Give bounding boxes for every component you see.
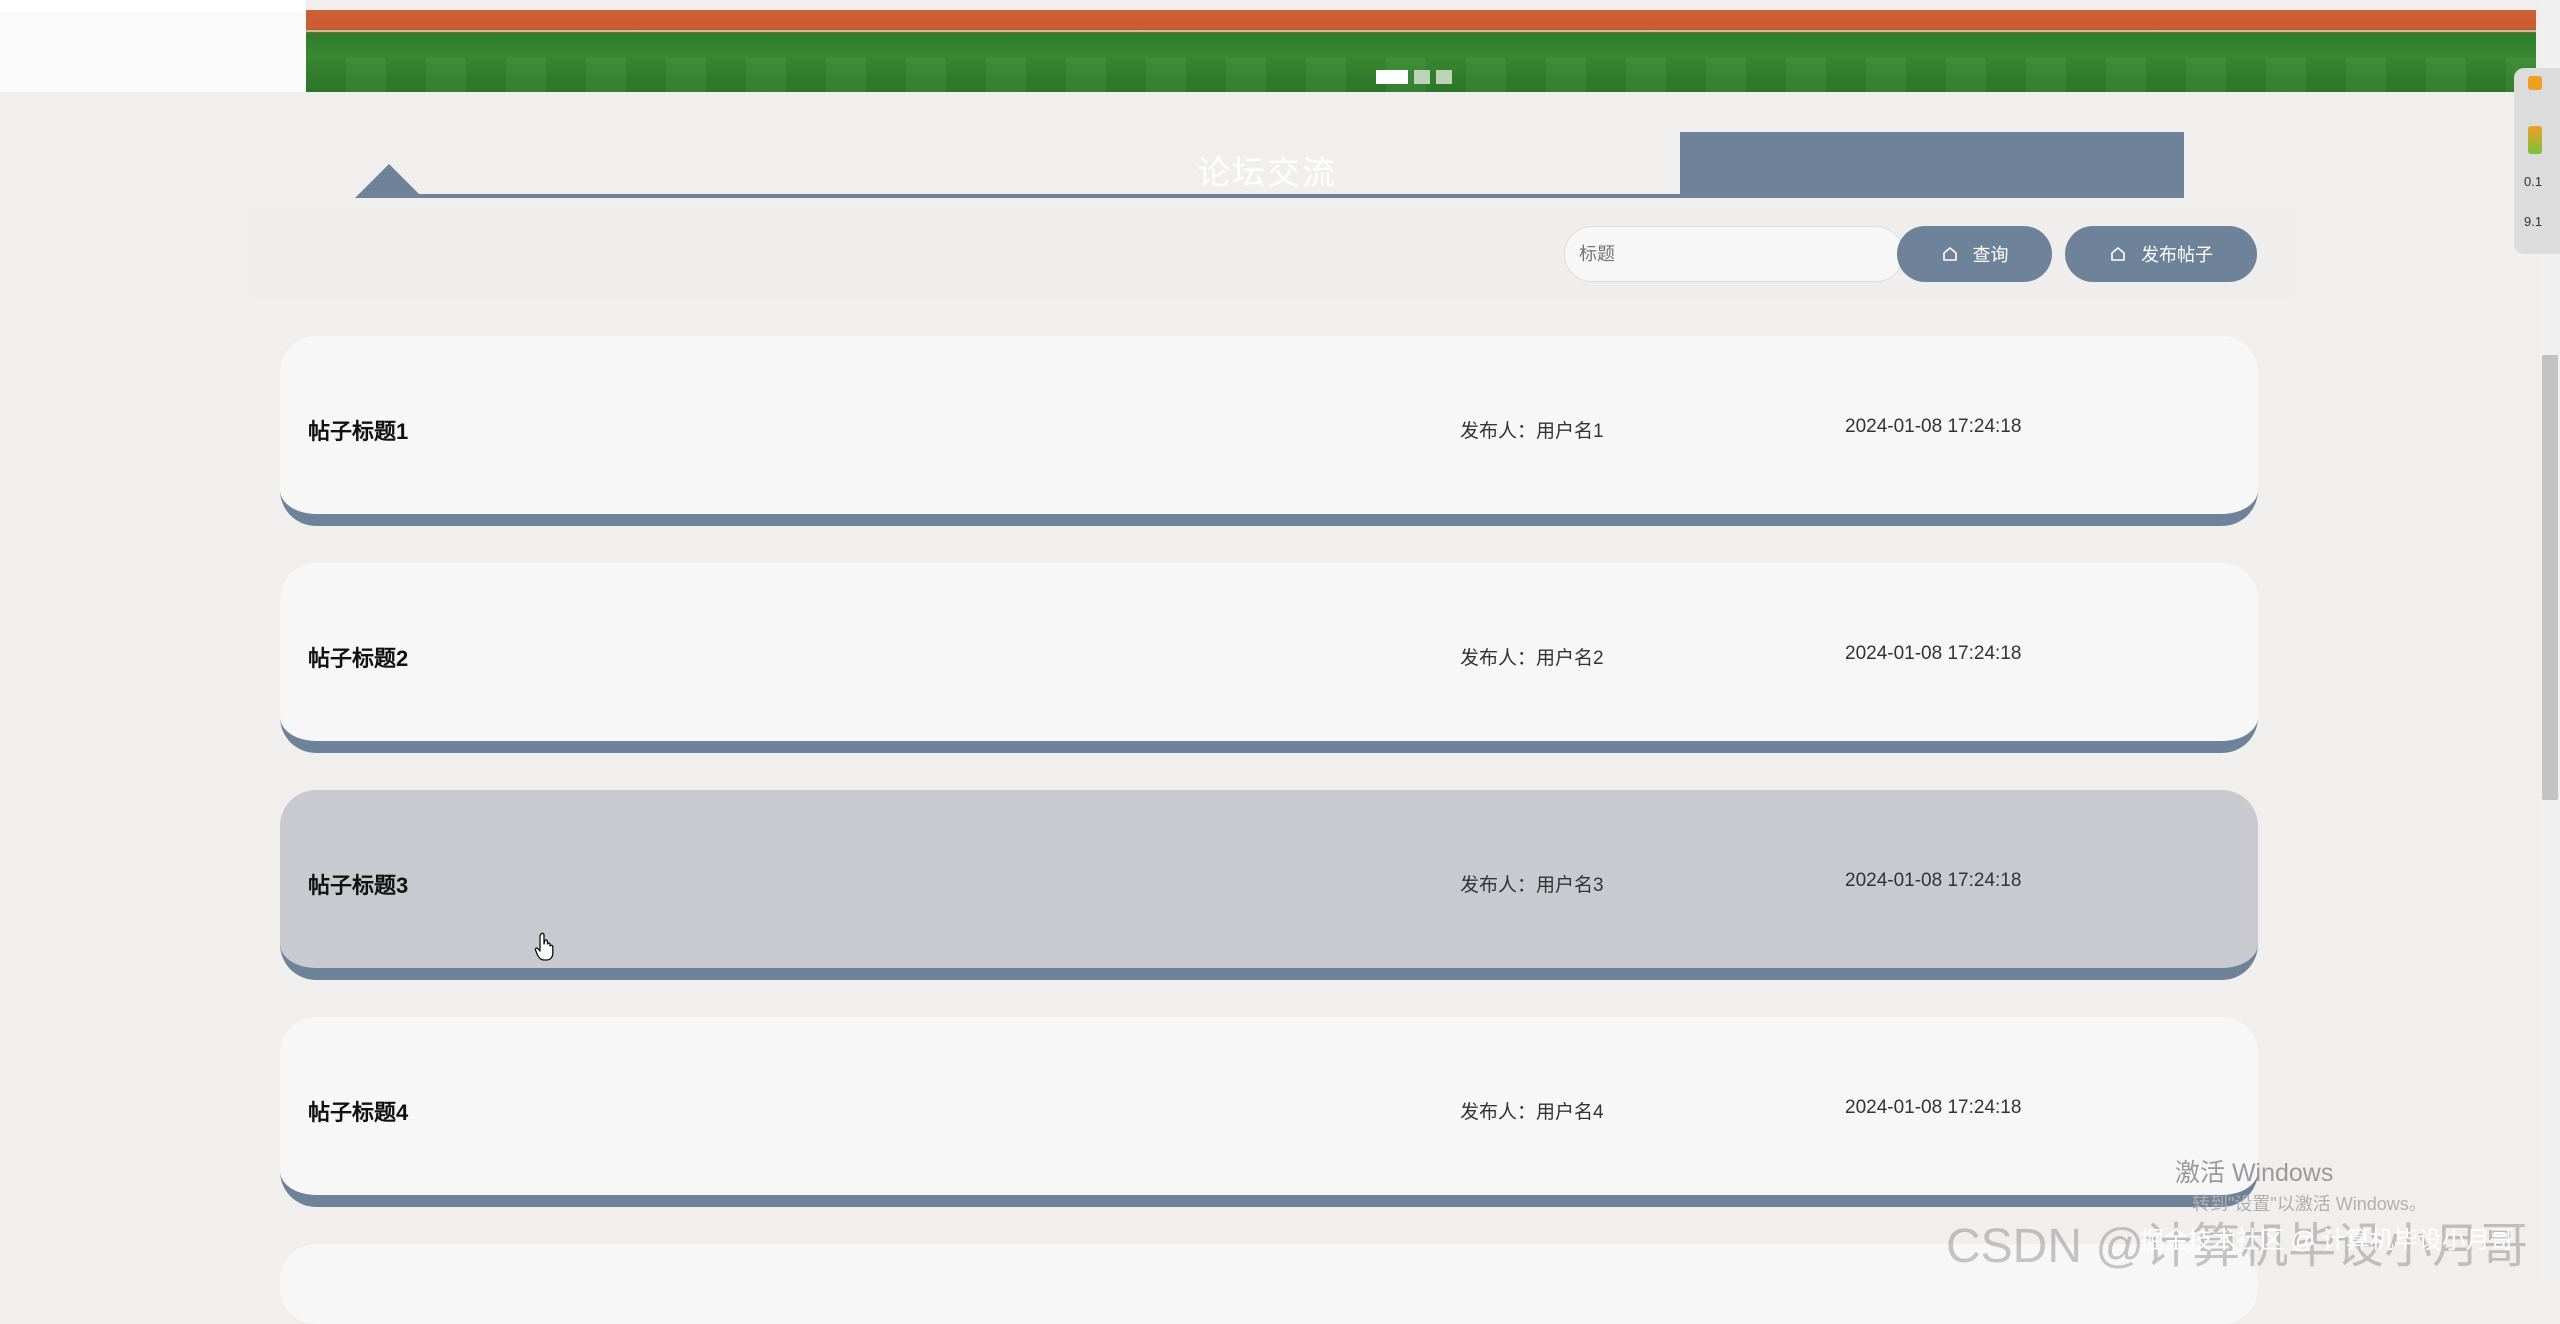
post-title: 帖子标题1 — [308, 419, 409, 444]
carousel-dot-3[interactable] — [1436, 70, 1452, 84]
monitor-download-value: 9.1 — [2524, 214, 2543, 229]
monitor-level-icon — [2528, 126, 2542, 154]
post-title: 帖子标题3 — [308, 873, 409, 898]
post-card[interactable]: 帖子标题1 发布人：用户名1 2024-01-08 17:24:18 — [280, 336, 2258, 526]
post-card[interactable]: 帖子标题4 发布人：用户名4 2024-01-08 17:24:18 — [280, 1017, 2258, 1207]
home-icon — [1942, 247, 1957, 261]
section-block-decoration — [1680, 132, 2184, 198]
publish-post-button-label: 发布帖子 — [2141, 245, 2213, 265]
home-icon — [2111, 247, 2125, 261]
banner-track-lane — [306, 30, 2536, 32]
post-card-hovered[interactable]: 帖子标题3 发布人：用户名3 2024-01-08 17:24:18 — [280, 790, 2258, 980]
post-title: 帖子标题4 — [308, 1100, 409, 1125]
juejin-watermark: 掘金技术社区 @ 计算机毕设小月哥 — [2140, 1227, 2514, 1254]
post-time: 2024-01-08 17:24:18 — [1845, 643, 2022, 664]
post-time: 2024-01-08 17:24:18 — [1845, 416, 2022, 437]
windows-activate-watermark: 激活 Windows — [2175, 1159, 2334, 1187]
banner-carousel[interactable] — [306, 10, 2536, 92]
section-triangle-decoration — [355, 164, 423, 198]
scrollbar-thumb[interactable] — [2542, 355, 2558, 800]
query-button[interactable]: 查询 — [1897, 226, 2052, 282]
section-title: 论坛交流 — [1197, 154, 1337, 191]
post-card[interactable]: 帖子标题2 发布人：用户名2 2024-01-08 17:24:18 — [280, 563, 2258, 753]
section-header: 论坛交流 — [355, 132, 2185, 198]
hand-pointer-icon — [534, 932, 554, 961]
post-time: 2024-01-08 17:24:18 — [1845, 1097, 2022, 1118]
network-monitor-widget[interactable]: 0.1 9.1 — [2514, 68, 2560, 254]
publish-post-button[interactable]: 发布帖子 — [2065, 226, 2257, 282]
query-button-label: 查询 — [1972, 245, 2009, 265]
post-author: 发布人：用户名1 — [1460, 421, 1604, 442]
post-author: 发布人：用户名3 — [1460, 875, 1604, 896]
carousel-dots — [1376, 70, 1452, 84]
header-left-blank — [0, 0, 306, 92]
monitor-badge-icon — [2528, 76, 2542, 90]
carousel-dot-1[interactable] — [1376, 70, 1408, 84]
post-author: 发布人：用户名2 — [1460, 648, 1604, 669]
carousel-dot-2[interactable] — [1414, 70, 1430, 84]
post-title: 帖子标题2 — [308, 646, 409, 671]
post-author: 发布人：用户名4 — [1460, 1102, 1604, 1123]
post-time: 2024-01-08 17:24:18 — [1845, 870, 2022, 891]
title-search-input[interactable] — [1564, 226, 1904, 282]
monitor-upload-value: 0.1 — [2524, 174, 2543, 189]
